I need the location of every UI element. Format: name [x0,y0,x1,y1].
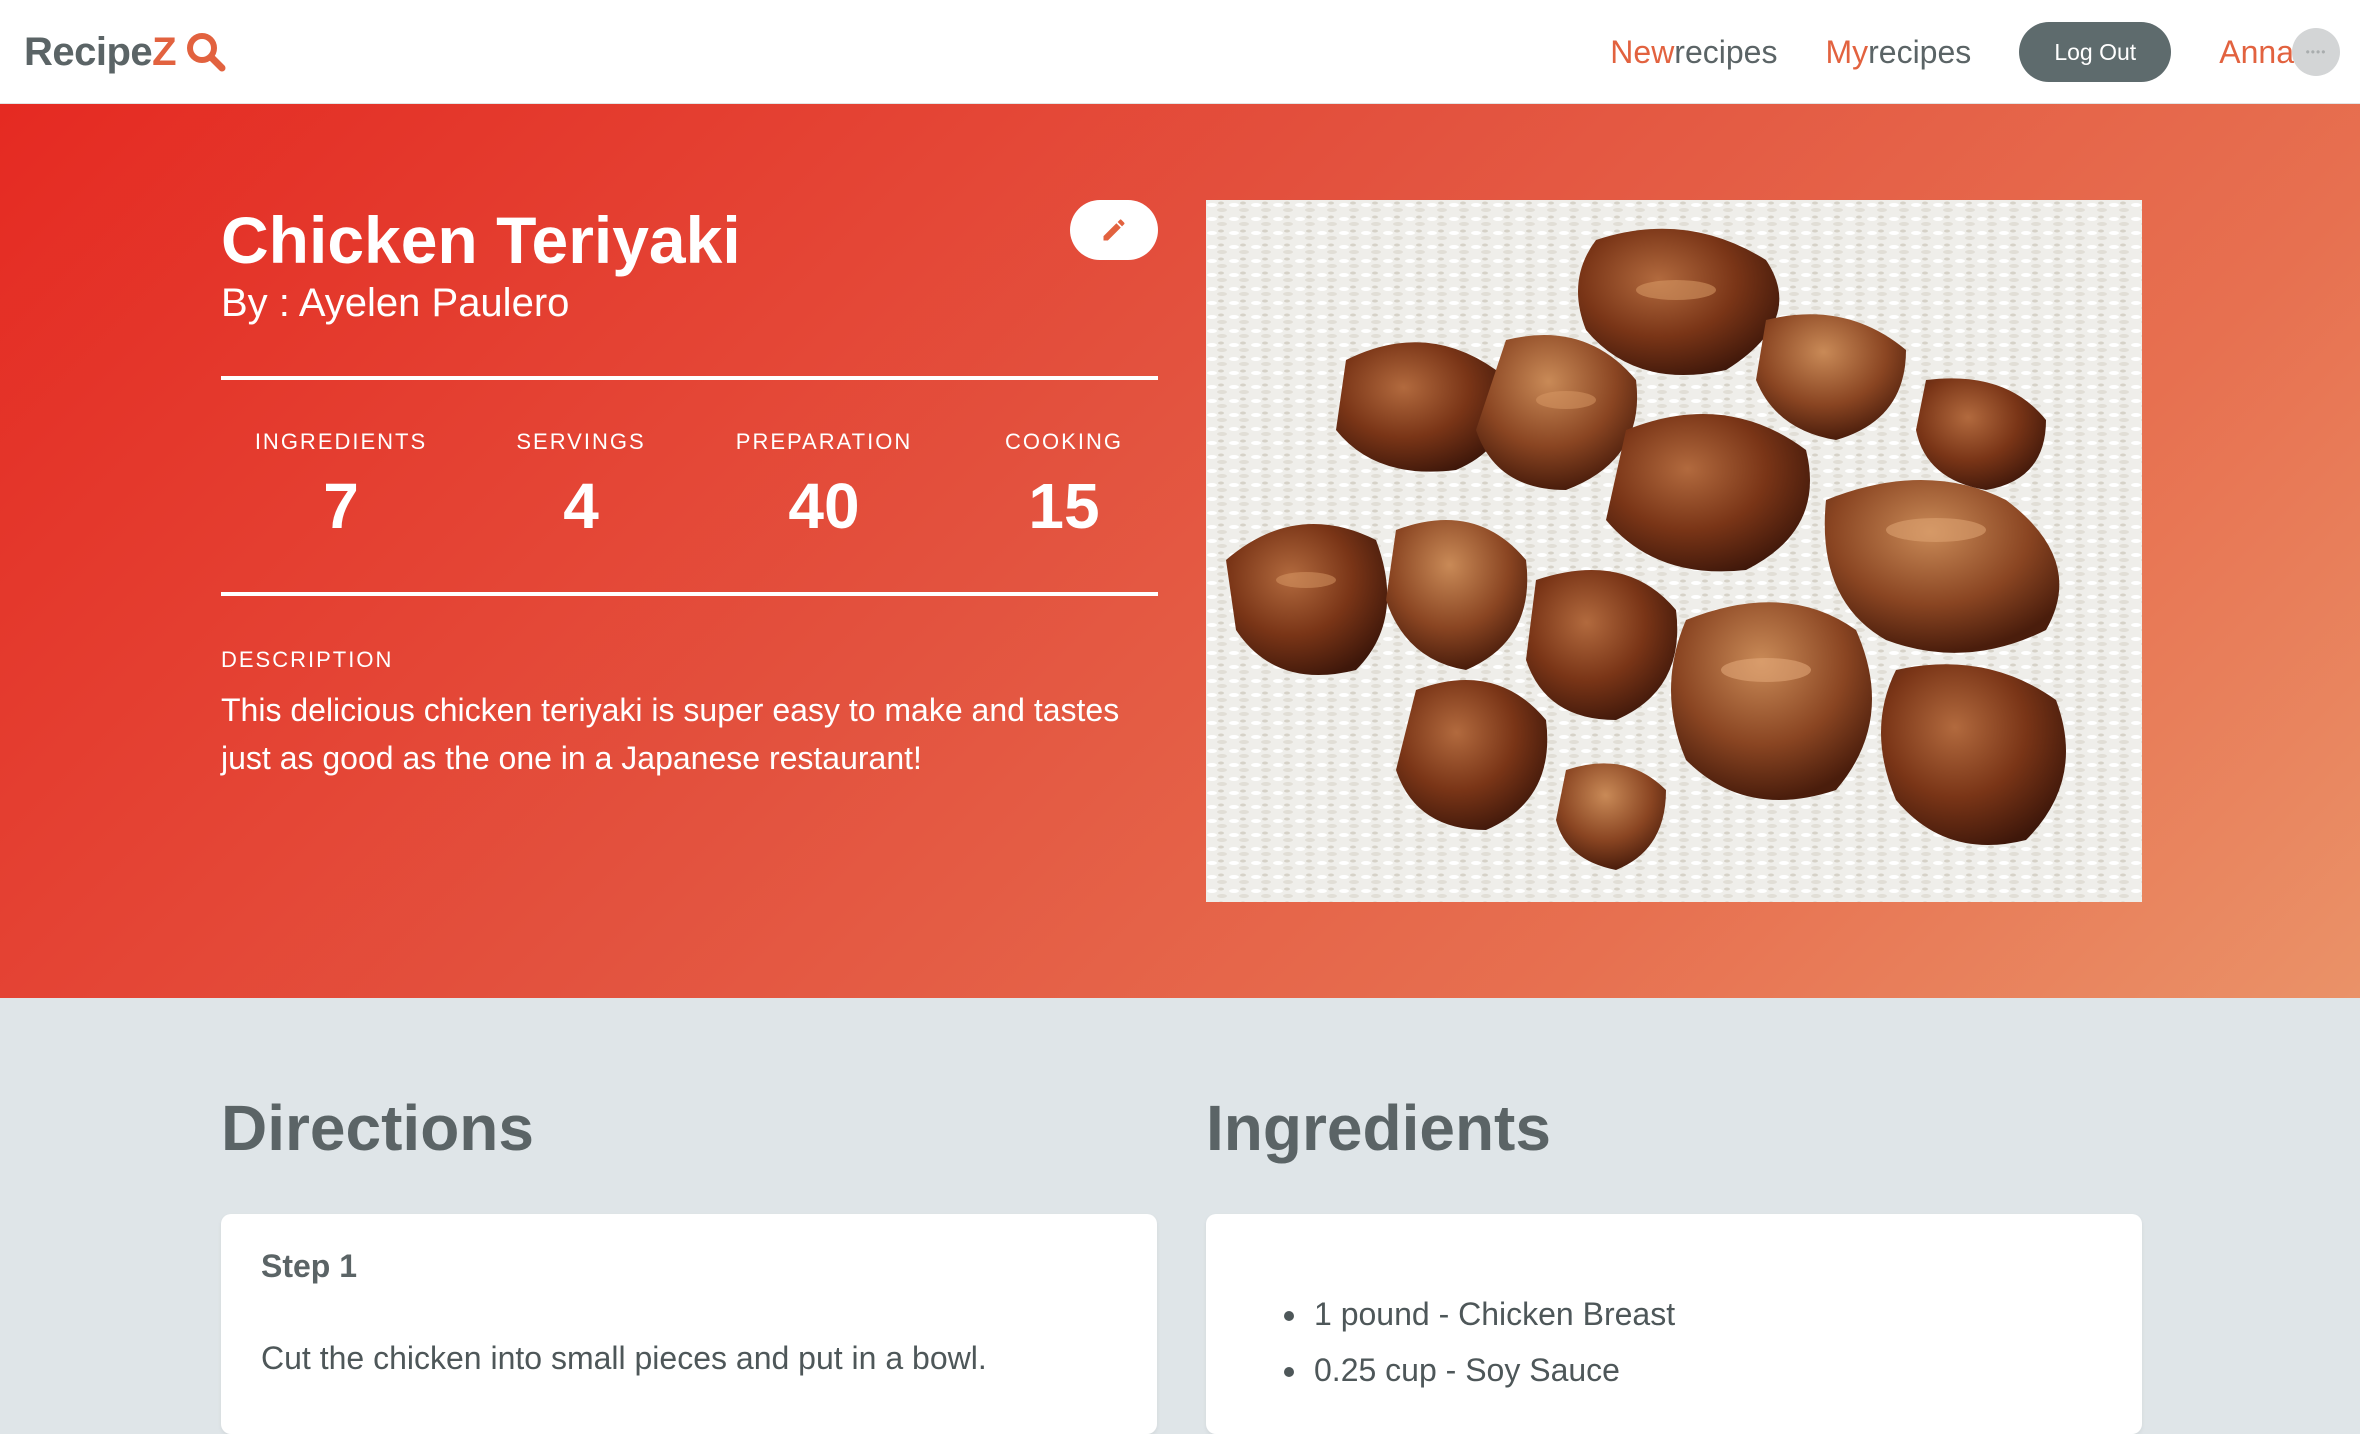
ingredients-card: 1 pound - Chicken Breast 0.25 cup - Soy … [1206,1214,2142,1434]
edit-recipe-button[interactable] [1070,200,1158,260]
nav-my-recipes-highlight: My [1825,33,1869,70]
user-menu[interactable]: Anna •••• [2219,28,2340,76]
logo-text-part2: Z [152,29,177,74]
stat-label: INGREDIENTS [254,429,428,454]
stat-value: 7 [323,470,359,542]
stat-label: SERVINGS [516,429,646,454]
recipe-stats: INGREDIENTS 7 SERVINGS 4 PREPARATION 40 … [221,428,1158,548]
nav-new-recipes-link[interactable]: Newrecipes [1610,34,1777,71]
stat-label: COOKING [1005,429,1123,454]
stat-label: PREPARATION [735,429,913,454]
recipe-photo [1206,200,2142,902]
stats-divider-bottom [221,592,1158,596]
magnifier-icon [187,33,226,72]
app-logo[interactable]: Recipe Z [24,24,228,80]
nav-my-recipes-rest: recipes [1868,33,1972,70]
recipe-description: This delicious chicken teriyaki is super… [221,692,1120,776]
ingredients-list: 1 pound - Chicken Breast 0.25 cup - Soy … [1270,1286,1675,1398]
ingredients-heading: Ingredients [1206,1092,1551,1164]
description-label: DESCRIPTION [221,647,394,672]
nav-my-recipes-link[interactable]: Myrecipes [1825,34,1971,71]
stat-value: 15 [1028,470,1100,542]
avatar-placeholder-dots: •••• [2305,45,2327,59]
recipe-author: By : Ayelen Paulero [221,281,570,325]
user-name: Anna [2219,33,2294,70]
logo-text-part1: Recipe [24,29,153,74]
recipe-title: Chicken Teriyaki [221,203,741,277]
stat-preparation: PREPARATION 40 [704,428,944,544]
stat-servings: SERVINGS 4 [461,428,701,544]
logout-button[interactable]: Log Out [2019,22,2172,82]
step-title: Step 1 [261,1248,358,1284]
nav-new-recipes-rest: recipes [1674,33,1778,70]
stat-value: 40 [788,470,860,542]
directions-heading: Directions [221,1092,534,1164]
user-avatar-icon[interactable]: •••• [2292,28,2340,76]
stat-ingredients: INGREDIENTS 7 [221,428,461,544]
recipe-hero: Chicken Teriyaki By : Ayelen Paulero ING… [0,104,2360,998]
stats-divider-top [221,376,1158,380]
ingredient-item: 1 pound - Chicken Breast [1310,1286,1675,1342]
step-text: Cut the chicken into small pieces and pu… [261,1340,987,1376]
stat-value: 4 [563,470,599,542]
direction-step-card: Step 1 Cut the chicken into small pieces… [221,1214,1157,1434]
pencil-icon [1103,219,1125,241]
nav-right: Newrecipes Myrecipes Log Out Anna •••• [1610,0,2360,104]
navbar: Recipe Z Newrecipes Myrecipes Log Out Ann… [0,0,2360,104]
chicken-teriyaki-photo [1206,200,2142,902]
nav-new-recipes-highlight: New [1610,33,1675,70]
ingredient-item: 0.25 cup - Soy Sauce [1310,1342,1675,1398]
stat-cooking: COOKING 15 [944,428,1184,544]
